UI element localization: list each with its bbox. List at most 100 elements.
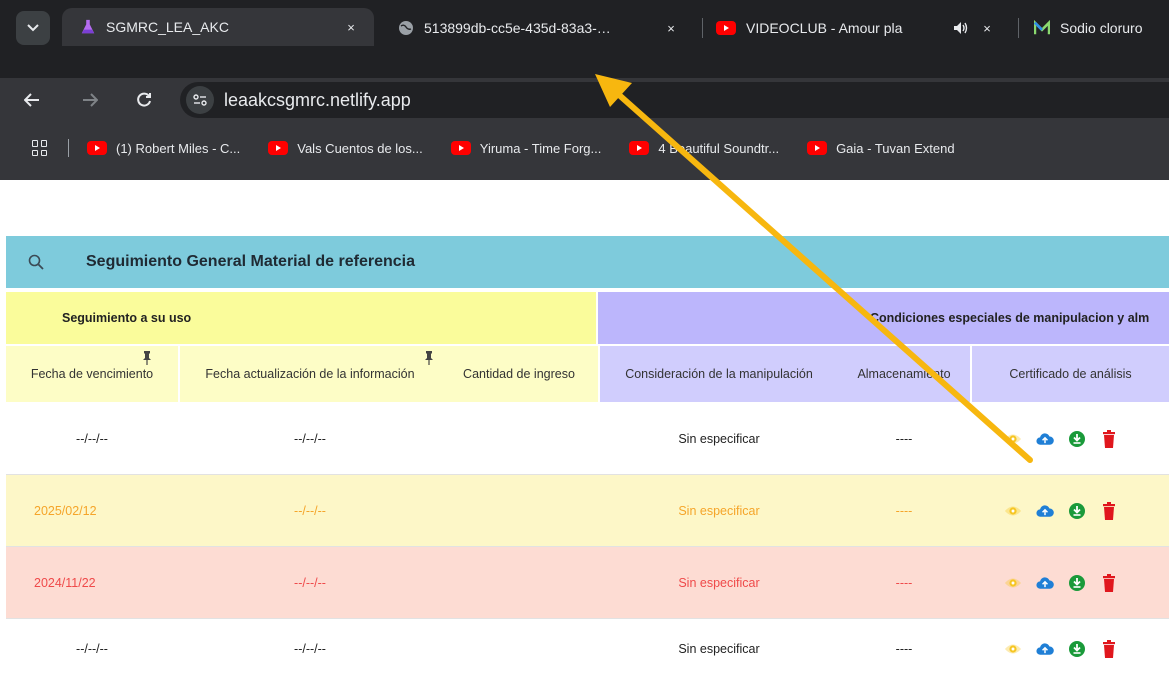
column-label: Fecha de vencimiento xyxy=(30,367,154,381)
trash-icon[interactable] xyxy=(1100,573,1118,592)
flask-icon xyxy=(80,19,96,35)
col-header-cantidad[interactable]: Cantidad de ingreso xyxy=(440,346,598,402)
eye-icon[interactable] xyxy=(1004,640,1022,658)
search-icon[interactable] xyxy=(28,254,44,270)
row-actions xyxy=(1004,619,1118,679)
arrow-left-icon xyxy=(24,93,39,107)
cell-vencimiento: 2024/11/22 xyxy=(34,575,96,590)
close-icon[interactable]: × xyxy=(342,20,360,35)
bookmark-separator xyxy=(68,139,69,157)
cell-actualizacion: --/--/-- xyxy=(294,642,326,656)
column-label: Consideración de la manipulación xyxy=(625,367,813,381)
tab-separator xyxy=(702,18,703,38)
bookmark-item[interactable]: (1) Robert Miles - C... xyxy=(87,141,240,156)
close-icon[interactable]: × xyxy=(978,21,996,36)
col-header-vencimiento[interactable]: Fecha de vencimiento xyxy=(6,346,178,402)
bookmark-item[interactable]: Yiruma - Time Forg... xyxy=(450,140,602,156)
tab-uuid[interactable]: 513899db-cc5e-435d-83a3-… × xyxy=(390,10,692,46)
bookmarks-bar: (1) Robert Miles - C... Vals Cuentos de … xyxy=(0,130,1169,166)
arrow-right-icon xyxy=(83,93,98,107)
cell-almacenamiento: ---- xyxy=(895,503,913,518)
column-label: Almacenamiento xyxy=(857,367,951,381)
forward-button[interactable] xyxy=(76,86,104,114)
col-header-certificado[interactable]: Certificado de análisis xyxy=(972,346,1169,402)
page-content: Seguimiento General Material de referenc… xyxy=(0,180,1169,679)
cell-almacenamiento: ---- xyxy=(895,431,913,446)
pin-icon[interactable] xyxy=(424,351,434,365)
table-row: --/--/-- --/--/-- Sin especificar ---- xyxy=(6,403,1169,474)
cell-actualizacion: --/--/-- xyxy=(294,431,326,446)
tab-sgmrc[interactable]: SGMRC_LEA_AKC × xyxy=(62,8,374,46)
table-title-bar: Seguimiento General Material de referenc… xyxy=(6,236,1169,288)
tab-sodio[interactable]: Sodio cloruro xyxy=(1030,10,1169,46)
tab-search-button[interactable] xyxy=(16,11,50,45)
globe-icon xyxy=(398,20,414,36)
tab-title: Sodio cloruro xyxy=(1060,20,1143,36)
tab-separator xyxy=(1018,18,1019,38)
column-label: Certificado de análisis xyxy=(1009,367,1132,381)
cloud-upload-icon[interactable] xyxy=(1036,430,1054,448)
bookmark-label: (1) Robert Miles - C... xyxy=(116,140,241,156)
cell-vencimiento: --/--/-- xyxy=(76,642,108,656)
cell-vencimiento: --/--/-- xyxy=(76,431,108,446)
browser-toolbar: leaakcsgmrc.netlify.app xyxy=(0,78,1169,122)
cloud-upload-icon[interactable] xyxy=(1036,574,1054,592)
column-label: Cantidad de ingreso xyxy=(463,367,575,381)
cell-almacenamiento: ---- xyxy=(895,575,913,590)
col-header-manipulacion[interactable]: Consideración de la manipulación xyxy=(600,346,838,402)
address-bar[interactable]: leaakcsgmrc.netlify.app xyxy=(180,82,1169,118)
download-circle-icon[interactable] xyxy=(1068,640,1086,658)
trash-icon[interactable] xyxy=(1100,640,1118,658)
apps-grid-icon[interactable] xyxy=(32,140,48,156)
cell-manipulacion: Sin especificar xyxy=(678,431,760,446)
cell-actualizacion: --/--/-- xyxy=(294,575,326,590)
site-settings-icon[interactable] xyxy=(186,86,214,114)
bookmark-item[interactable]: 4 Beautiful Soundtr... xyxy=(629,141,779,156)
col-header-actualizacion[interactable]: Fecha actualización de la información xyxy=(180,346,440,402)
reload-icon xyxy=(137,92,151,107)
group-label: Seguimiento a su uso xyxy=(62,311,192,325)
page-title: Seguimiento General Material de referenc… xyxy=(86,253,416,270)
bookmark-label: 4 Beautiful Soundtr... xyxy=(658,140,780,156)
cell-almacenamiento: ---- xyxy=(895,642,913,656)
cell-actualizacion: --/--/-- xyxy=(294,503,326,518)
bookmark-item[interactable]: Vals Cuentos de los... xyxy=(268,141,423,156)
table-row: --/--/-- --/--/-- Sin especificar ---- xyxy=(6,619,1169,679)
tab-videoclub[interactable]: VIDEOCLUB - Amour pla × xyxy=(712,10,1008,46)
download-circle-icon[interactable] xyxy=(1068,502,1086,520)
close-icon[interactable]: × xyxy=(662,21,680,36)
trash-icon[interactable] xyxy=(1100,501,1118,520)
bookmark-item[interactable]: Gaia - Tuvan Extend xyxy=(807,141,955,156)
tab-title: 513899db-cc5e-435d-83a3-… xyxy=(424,20,611,36)
speaker-icon[interactable] xyxy=(950,21,970,35)
youtube-icon xyxy=(87,141,107,155)
cloud-upload-icon[interactable] xyxy=(1036,502,1054,520)
cell-vencimiento: 2025/02/12 xyxy=(34,503,97,518)
back-button[interactable] xyxy=(18,86,46,114)
row-actions xyxy=(1004,403,1118,474)
eye-icon[interactable] xyxy=(1004,574,1022,592)
trash-icon[interactable] xyxy=(1100,429,1118,448)
pin-icon[interactable] xyxy=(142,351,152,365)
youtube-icon xyxy=(629,141,650,155)
address-text: leaakcsgmrc.netlify.app xyxy=(224,89,411,110)
youtube-icon xyxy=(268,141,289,155)
table-row: 2024/11/22 --/--/-- Sin especificar ---- xyxy=(6,547,1169,618)
col-header-almacenamiento[interactable]: Almacenamiento xyxy=(838,346,970,402)
group-header-uso: Seguimiento a su uso xyxy=(6,292,596,344)
reload-button[interactable] xyxy=(130,86,158,114)
tab-title: VIDEOCLUB - Amour pla xyxy=(746,20,903,36)
download-circle-icon[interactable] xyxy=(1068,574,1086,592)
cloud-upload-icon[interactable] xyxy=(1036,640,1054,658)
bookmark-label: Gaia - Tuvan Extend xyxy=(836,140,955,156)
bookmark-label: Vals Cuentos de los... xyxy=(297,140,423,156)
screen: SGMRC_LEA_AKC × 513899db-cc5e-435d-83a3-… xyxy=(0,0,1169,679)
bookmark-label: Yiruma - Time Forg... xyxy=(479,140,602,156)
download-circle-icon[interactable] xyxy=(1068,430,1086,448)
column-label: Fecha actualización de la información xyxy=(205,367,415,381)
tab-strip: SGMRC_LEA_AKC × 513899db-cc5e-435d-83a3-… xyxy=(0,0,1169,78)
chevron-down-icon xyxy=(27,24,39,32)
cell-manipulacion: Sin especificar xyxy=(678,575,760,590)
eye-icon[interactable] xyxy=(1004,502,1022,520)
eye-icon[interactable] xyxy=(1004,430,1022,448)
